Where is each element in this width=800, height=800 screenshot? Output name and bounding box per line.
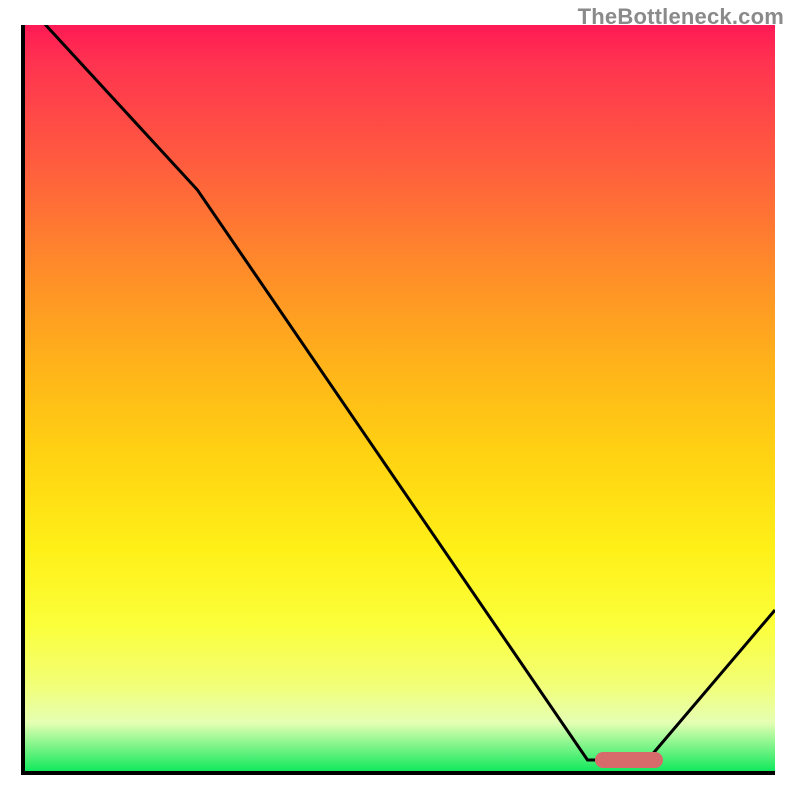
watermark-text: TheBottleneck.com	[578, 4, 784, 30]
plot-gradient-area	[25, 25, 775, 775]
y-axis	[21, 25, 25, 775]
x-axis	[25, 771, 775, 775]
optimal-range-marker	[595, 752, 663, 768]
